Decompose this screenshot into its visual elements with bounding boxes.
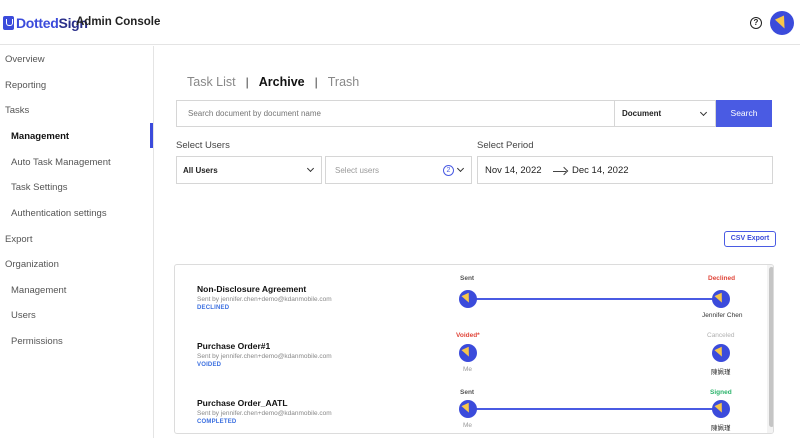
- recipient-name: Jennifer Chen: [702, 312, 743, 319]
- sidebar: Overview Reporting Tasks Management Auto…: [0, 46, 154, 438]
- user-avatar-icon[interactable]: [770, 11, 794, 35]
- period-range-picker[interactable]: Nov 14, 2022 Dec 14, 2022: [477, 156, 773, 184]
- document-name[interactable]: Purchase Order#1: [197, 341, 270, 351]
- document-sender: Sent by jennifer.chen+demo@kdanmobile.co…: [197, 353, 332, 360]
- selected-count-badge: 2: [443, 165, 454, 176]
- search-input[interactable]: [176, 100, 615, 127]
- start-step-label: Sent: [460, 389, 475, 396]
- end-step-label: Signed: [710, 389, 732, 396]
- sidebar-section-organization[interactable]: Organization: [5, 259, 59, 270]
- scrollbar-thumb[interactable]: [769, 267, 773, 427]
- users-multiselect-placeholder: Select users: [335, 166, 380, 175]
- recipient-avatar-icon: [712, 344, 730, 362]
- period-end-date[interactable]: Dec 14, 2022: [572, 165, 629, 176]
- recipient-name: 陳姵瑾: [711, 369, 731, 376]
- sender-avatar-icon: [459, 290, 477, 308]
- tab-archive[interactable]: Archive: [259, 75, 305, 89]
- sender-avatar-icon: [459, 400, 477, 418]
- progress-line: [468, 298, 721, 300]
- document-sender: Sent by jennifer.chen+demo@kdanmobile.co…: [197, 410, 332, 417]
- tab-trash[interactable]: Trash: [328, 75, 360, 89]
- sidebar-item-permissions[interactable]: Permissions: [11, 336, 63, 347]
- sidebar-item-users[interactable]: Users: [11, 310, 36, 321]
- active-indicator: [150, 123, 153, 148]
- document-type-select[interactable]: Document: [614, 100, 716, 127]
- sidebar-item-auto-task-management[interactable]: Auto Task Management: [11, 157, 111, 168]
- start-step-label: Sent: [460, 275, 475, 282]
- sidebar-item-export[interactable]: Export: [5, 234, 32, 245]
- recipient-avatar-icon: [712, 290, 730, 308]
- sidebar-item-org-management[interactable]: Management: [11, 285, 66, 296]
- recipient-name: 陳姵瑾: [711, 425, 731, 432]
- question-circle-icon[interactable]: ?: [750, 17, 762, 29]
- csv-export-button[interactable]: CSV Export: [724, 231, 776, 247]
- logo-mark-icon: [3, 15, 14, 30]
- chevron-down-icon: [306, 164, 315, 173]
- list-item[interactable]: Purchase Order#1 Sent by jennifer.chen+d…: [175, 327, 765, 384]
- tab-separator: |: [245, 75, 249, 89]
- document-list: Non-Disclosure Agreement Sent by jennife…: [174, 264, 774, 434]
- progress-line: [468, 408, 721, 410]
- sidebar-item-task-settings[interactable]: Task Settings: [11, 182, 68, 193]
- period-start-date[interactable]: Nov 14, 2022: [485, 165, 542, 176]
- status-badge: DECLINED: [197, 305, 230, 311]
- status-badge: COMPLETED: [197, 419, 237, 425]
- chevron-down-icon: [456, 164, 465, 173]
- start-step-label: Voided*: [456, 332, 480, 339]
- sender-name: Me: [463, 422, 473, 429]
- users-multiselect[interactable]: Select users 2: [325, 156, 472, 184]
- tab-task-list[interactable]: Task List: [187, 75, 236, 89]
- dottedsign-logo[interactable]: DottedSign: [3, 15, 88, 31]
- sidebar-item-authentication-settings[interactable]: Authentication settings: [11, 208, 107, 219]
- document-sender: Sent by jennifer.chen+demo@kdanmobile.co…: [197, 296, 332, 303]
- document-type-value: Document: [622, 109, 662, 118]
- sender-avatar-icon: [459, 344, 477, 362]
- sidebar-item-reporting[interactable]: Reporting: [5, 80, 46, 91]
- sidebar-section-tasks[interactable]: Tasks: [5, 105, 29, 116]
- tab-separator: |: [314, 75, 318, 89]
- end-step-label: Declined: [708, 275, 736, 282]
- status-badge: VOIDED: [197, 362, 222, 368]
- recipient-avatar-icon: [712, 400, 730, 418]
- sender-name: Me: [463, 366, 473, 373]
- select-users-label: Select Users: [176, 140, 230, 151]
- search-button[interactable]: Search: [716, 100, 772, 127]
- top-header: DottedSign Admin Console ?: [0, 0, 800, 45]
- select-period-label: Select Period: [477, 140, 534, 151]
- list-item[interactable]: Purchase Order_AATL Sent by jennifer.che…: [175, 384, 765, 433]
- list-item[interactable]: Non-Disclosure Agreement Sent by jennife…: [175, 270, 765, 327]
- console-title: Admin Console: [76, 16, 161, 28]
- sidebar-item-overview[interactable]: Overview: [5, 54, 45, 65]
- chevron-down-icon: [699, 108, 708, 117]
- document-name[interactable]: Non-Disclosure Agreement: [197, 284, 306, 294]
- document-name[interactable]: Purchase Order_AATL: [197, 398, 288, 408]
- user-scope-value: All Users: [183, 166, 218, 175]
- tab-bar: Task List | Archive | Trash: [187, 75, 359, 89]
- end-step-label: Canceled: [707, 332, 735, 339]
- sidebar-item-task-management[interactable]: Management: [11, 131, 69, 142]
- arrow-right-icon: [553, 171, 566, 172]
- user-scope-select[interactable]: All Users: [176, 156, 322, 184]
